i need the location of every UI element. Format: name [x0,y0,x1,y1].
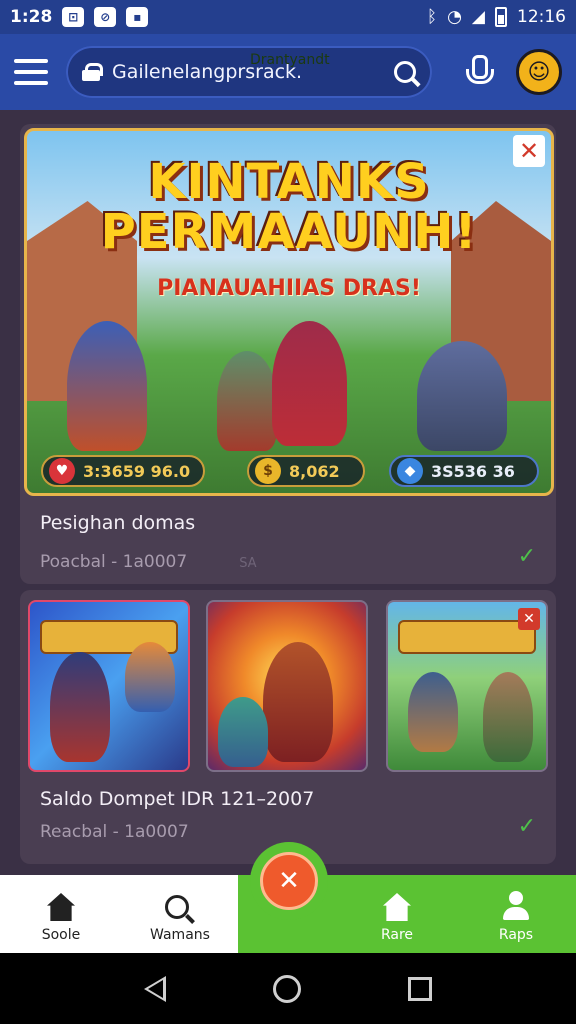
person-icon [501,891,531,921]
featured-card[interactable]: KINTANKS PERMAAUNH! PIANAUAHIIAS DRAS! ✕… [20,124,556,584]
hero-character [417,341,507,451]
search-icon [165,895,189,919]
nav-item-profile[interactable]: Raps [456,875,576,953]
status-bar: 1:28 ⊡ ⊘ ▪ ᛒ ◔ ◢ 12:16 [0,0,576,34]
thumbnail-character [50,652,110,762]
coin-icon: $ [255,458,281,484]
hero-stat-value: 3:3659 96.0 [83,461,191,481]
nav-label: Rare [380,927,414,943]
card-title: Saldo Dompet IDR 121–2007 [40,788,315,810]
home-circle-icon[interactable] [272,974,301,1003]
hero-character [217,351,277,451]
status-icons: ᛒ ◔ ◢ 12:16 [427,7,566,27]
search-icon[interactable] [394,61,416,83]
notification-icon: ⊘ [94,7,117,27]
thumbnail-character [263,642,333,762]
menu-icon[interactable] [14,59,48,85]
notification-icon: ▪ [126,7,149,27]
hero-banner[interactable]: KINTANKS PERMAAUNH! PIANAUAHIIAS DRAS! ✕… [24,128,554,496]
thumbnail-character [125,642,175,712]
gem-icon: ◆ [397,458,423,484]
hero-character [272,321,347,446]
wifi-icon: ◔ [447,7,462,27]
system-nav [0,953,576,1024]
card-meta: Reacbal - 1a0007 [40,822,189,842]
card-meta-extra: SA [239,556,257,571]
close-icon[interactable]: ✕ [513,135,545,167]
check-icon: ✓ [517,544,536,569]
game-thumbnail[interactable] [206,600,368,772]
hero-stat-hearts: ♥ 3:3659 96.0 [41,455,205,487]
status-time: 1:28 [10,7,53,27]
bluetooth-icon: ᛒ [426,7,438,27]
thumbnail-character [408,672,458,752]
hero-stat-value: 8,062 [289,461,340,481]
avatar[interactable]: ☺ [516,49,562,95]
card-meta: Poacbal - 1a0007 SA [40,552,257,572]
notification-icon: ⊡ [62,7,85,27]
recent-apps-icon[interactable] [408,976,433,1001]
nav-label: Raps [498,927,534,943]
check-icon: ✓ [517,814,536,839]
nav-center-label: Drantyandt [250,52,330,68]
signal-icon: ◢ [471,7,485,27]
game-thumbnail[interactable]: ✕ [386,600,548,772]
thumbnail-character [218,697,268,767]
app-bar: Gailenelangprsrack. ☺ [0,34,576,110]
back-icon[interactable] [143,975,166,1002]
hero-stat-gems: ◆ 3S536 36 [389,455,539,487]
hero-title-line-2: PERMAAUNH! [100,204,478,260]
main-content[interactable]: KINTANKS PERMAAUNH! PIANAUAHIIAS DRAS! ✕… [0,110,576,875]
card-title: Pesighan domas [40,512,196,534]
nav-label: Wamans [150,927,210,943]
card-meta-text: Poacbal - 1a0007 [40,552,188,572]
close-icon[interactable]: ✕ [518,608,540,630]
hero-title-line-1: KINTANKS [148,154,430,210]
home-icon [47,893,75,921]
home-icon [383,893,411,921]
thumbnail-character [483,672,533,762]
heart-icon: ♥ [49,458,75,484]
hero-character [67,321,147,451]
game-thumbnail[interactable] [28,600,190,772]
game-icon: ✕ [260,852,318,910]
nav-label: Soole [41,927,81,943]
lock-icon [82,63,103,81]
microphone-icon[interactable] [462,55,494,89]
battery-icon [495,7,507,27]
nav-item-home[interactable]: Soole [0,875,122,953]
hero-title: KINTANKS PERMAAUNH! [27,157,551,257]
hero-subtitle: PIANAUAHIIAS DRAS! [157,276,421,301]
hero-stat-coins: $ 8,062 [247,455,365,487]
nav-item-rare[interactable]: Rare [338,875,456,953]
wallet-card[interactable]: ✕ Saldo Dompet IDR 121–2007 Reacbal - 1a… [20,590,556,864]
nav-item-search[interactable]: Wamans [122,875,238,953]
center-action-button[interactable]: ✕ [250,842,328,920]
hero-stat-value: 3S536 36 [431,461,515,481]
status-right-time: 12:16 [517,7,566,27]
search-input[interactable]: Gailenelangprsrack. [66,46,432,98]
thumbnail-banner [398,620,536,654]
